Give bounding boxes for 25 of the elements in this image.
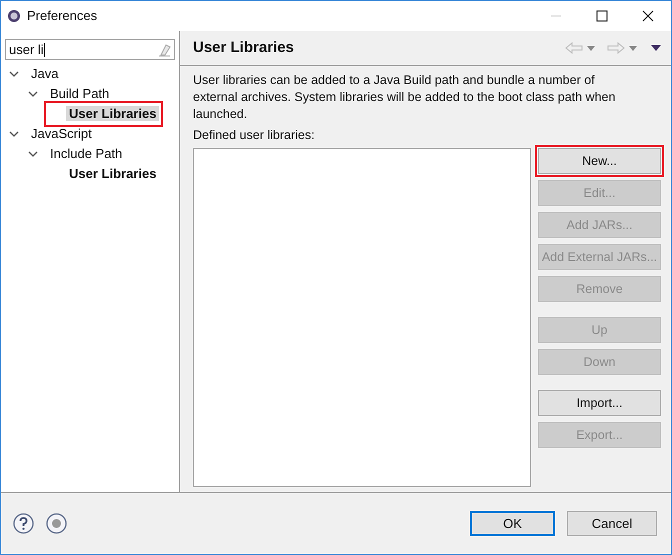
dropdown-icon[interactable] bbox=[587, 46, 595, 50]
help-icon[interactable] bbox=[13, 513, 34, 534]
list-label: Defined user libraries: bbox=[193, 127, 316, 144]
tree-item[interactable]: Build Path bbox=[47, 86, 112, 102]
dialog-button[interactable]: Import... bbox=[538, 390, 661, 416]
chevron-down-icon[interactable] bbox=[9, 129, 19, 139]
record-icon[interactable] bbox=[46, 513, 67, 534]
dropdown-icon[interactable] bbox=[629, 46, 637, 50]
description-text: User libraries can be added to a Java Build path and bundle a number of external archives. System libraries will be added to the boot class path when launched. bbox=[193, 72, 616, 123]
chevron-down-icon[interactable] bbox=[28, 149, 38, 159]
tree-item[interactable]: JavaScript bbox=[28, 126, 95, 142]
filter-field[interactable]: user li bbox=[5, 39, 175, 60]
view-menu-icon[interactable] bbox=[651, 45, 661, 51]
page-title: User Libraries bbox=[193, 38, 294, 58]
dialog-button[interactable]: OK bbox=[470, 511, 555, 536]
dialog-button[interactable]: New... bbox=[538, 148, 661, 174]
tree-item[interactable]: User Libraries bbox=[66, 166, 160, 182]
chevron-down-icon[interactable] bbox=[28, 89, 38, 99]
tree-item[interactable]: Java bbox=[28, 66, 62, 82]
tree-item[interactable]: Include Path bbox=[47, 146, 126, 162]
dialog-button[interactable]: Cancel bbox=[567, 511, 657, 536]
app-icon bbox=[7, 9, 21, 23]
tree-item[interactable]: User Libraries bbox=[66, 106, 160, 122]
chevron-down-icon[interactable] bbox=[9, 69, 19, 79]
window-title: Preferences bbox=[27, 7, 98, 26]
